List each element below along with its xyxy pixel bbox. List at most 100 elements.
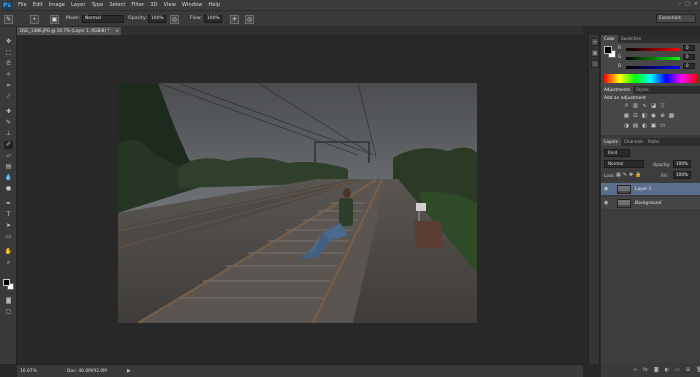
folder-icon[interactable]: ▭ — [675, 367, 680, 373]
green-value[interactable]: 0 — [683, 54, 695, 60]
color-panel-foreground[interactable] — [604, 46, 612, 54]
brush-tool-icon[interactable]: ✎ — [4, 119, 13, 127]
fill-input[interactable]: 100% — [673, 171, 691, 179]
eraser-tool-icon[interactable]: ▱ — [4, 152, 13, 160]
healing-brush-tool-icon[interactable]: ✚ — [4, 108, 13, 116]
layer-row-background[interactable]: ◉ Background — [601, 197, 700, 210]
zoom-level-field[interactable]: 16.67% — [20, 369, 40, 375]
pressure-size-icon[interactable]: ◎ — [245, 15, 254, 24]
marquee-tool-icon[interactable]: ⬚ — [4, 49, 13, 57]
lock-icons[interactable]: ▦✎✥🔒 — [616, 172, 643, 178]
blue-value[interactable]: 0 — [683, 63, 695, 69]
type-tool-icon[interactable]: T — [4, 211, 13, 219]
blend-mode-select[interactable]: Normal — [604, 160, 644, 168]
mode-select[interactable]: Normal — [82, 15, 124, 23]
invert-icon[interactable]: ◑ — [623, 123, 630, 130]
red-track[interactable] — [626, 48, 680, 51]
visibility-eye-icon[interactable]: ◉ — [604, 200, 608, 206]
menu-edit[interactable]: Edit — [33, 2, 43, 8]
black-white-icon[interactable]: ◧ — [641, 113, 648, 120]
color-balance-icon[interactable]: ⚖ — [632, 113, 639, 120]
close-tab-icon[interactable]: × — [115, 27, 119, 35]
shape-tool-icon[interactable]: ▭ — [4, 233, 13, 241]
foreground-color-swatch[interactable] — [3, 279, 10, 286]
tab-styles[interactable]: Styles — [633, 86, 652, 94]
hue-saturation-icon[interactable]: ▦ — [623, 113, 630, 120]
layer-row-layer-1[interactable]: ◉ Layer 1 — [601, 183, 700, 196]
history-brush-tool-icon[interactable]: ✐ — [4, 141, 13, 149]
tab-channels[interactable]: Channels — [621, 138, 646, 146]
gradient-map-icon[interactable]: ▭ — [659, 123, 666, 130]
tab-color[interactable]: Color — [601, 35, 618, 43]
quick-mask-icon[interactable]: ◙ — [4, 297, 13, 305]
blue-track[interactable] — [626, 66, 680, 69]
path-select-tool-icon[interactable]: ➤ — [4, 222, 13, 230]
adjustment-icon[interactable]: ◐ — [665, 367, 669, 373]
minimize-button[interactable]: – — [679, 1, 682, 7]
properties-panel-icon[interactable]: ▦ — [591, 49, 599, 57]
clone-stamp-tool-icon[interactable]: ⊥ — [4, 130, 13, 138]
trash-icon[interactable]: 🗑 — [696, 367, 700, 373]
brush-size-icon[interactable]: • — [30, 15, 39, 24]
threshold-icon[interactable]: ◐ — [641, 123, 648, 130]
exposure-icon[interactable]: ◪ — [650, 103, 657, 110]
curves-icon[interactable]: ∿ — [641, 103, 648, 110]
move-tool-icon[interactable]: ✥ — [4, 38, 13, 46]
layer-opacity-input[interactable]: 100% — [673, 160, 691, 168]
document-image[interactable] — [118, 83, 477, 323]
menu-image[interactable]: Image — [49, 2, 65, 8]
quick-select-tool-icon[interactable]: ✧ — [4, 71, 13, 79]
pressure-opacity-icon[interactable]: ◎ — [170, 15, 179, 24]
brush-panel-icon[interactable]: ▣ — [50, 15, 59, 24]
layer-filter-select[interactable]: Kind — [604, 149, 630, 157]
channel-mixer-icon[interactable]: ⊕ — [659, 113, 666, 120]
maximize-button[interactable]: □ — [685, 1, 690, 7]
screen-mode-icon[interactable]: ▢ — [4, 308, 13, 316]
vibrance-icon[interactable]: ▽ — [659, 103, 666, 110]
tab-adjustments[interactable]: Adjustments — [601, 86, 634, 94]
pen-tool-icon[interactable]: ✒ — [4, 200, 13, 208]
green-slider[interactable]: G 0 — [618, 54, 698, 61]
status-menu-arrow-icon[interactable]: ▶ — [127, 368, 131, 374]
levels-icon[interactable]: ▥ — [632, 103, 639, 110]
menu-select[interactable]: Select — [109, 2, 125, 8]
brush-preset-icon[interactable]: ✎ — [4, 15, 13, 24]
selective-color-icon[interactable]: ▣ — [650, 123, 657, 130]
gradient-tool-icon[interactable]: ▤ — [4, 163, 13, 171]
workspace-select[interactable]: Essentials — [656, 14, 696, 23]
menu-type[interactable]: Type — [91, 2, 103, 8]
menu-help[interactable]: Help — [208, 2, 220, 8]
color-spectrum-bar[interactable] — [604, 74, 697, 83]
history-panel-icon[interactable]: ≡ — [591, 38, 599, 46]
zoom-tool-icon[interactable]: ⌕ — [4, 259, 13, 267]
posterize-icon[interactable]: ▤ — [632, 123, 639, 130]
photo-filter-icon[interactable]: ◉ — [650, 113, 657, 120]
close-window-button[interactable]: × — [694, 1, 698, 7]
menu-view[interactable]: View — [164, 2, 176, 8]
crop-tool-icon[interactable]: ⌗ — [4, 82, 13, 90]
menu-file[interactable]: File — [18, 2, 27, 8]
hand-tool-icon[interactable]: ✋ — [4, 248, 13, 256]
document-tab[interactable]: DSC_1486.JPG @ 16.7% (Layer 1, RGB/8) * … — [17, 27, 121, 35]
mask-icon[interactable]: ◙ — [654, 367, 659, 373]
opacity-input[interactable]: 100% — [148, 15, 166, 23]
color-lookup-icon[interactable]: ▩ — [668, 113, 675, 120]
tab-layers[interactable]: Layers — [601, 138, 621, 146]
green-track[interactable] — [626, 57, 680, 60]
flow-input[interactable]: 100% — [204, 15, 222, 23]
airbrush-icon[interactable]: ✈ — [230, 15, 239, 24]
fx-icon[interactable]: fx — [643, 367, 648, 373]
dodge-tool-icon[interactable]: ● — [4, 185, 13, 193]
new-layer-icon[interactable]: ⊞ — [686, 367, 690, 373]
brightness-contrast-icon[interactable]: ☼ — [623, 103, 630, 110]
red-value[interactable]: 0 — [683, 45, 695, 51]
menu-3d[interactable]: 3D — [150, 2, 157, 8]
menu-layer[interactable]: Layer — [71, 2, 85, 8]
blue-slider[interactable]: B 0 — [618, 63, 698, 70]
info-panel-icon[interactable]: ⓘ — [591, 60, 599, 68]
lasso-tool-icon[interactable]: ᘓ — [4, 60, 13, 68]
menu-filter[interactable]: Filter — [131, 2, 144, 8]
menu-window[interactable]: Window — [182, 2, 202, 8]
eyedropper-tool-icon[interactable]: ⁄ — [4, 93, 13, 101]
link-icon[interactable]: ∞ — [633, 367, 637, 373]
